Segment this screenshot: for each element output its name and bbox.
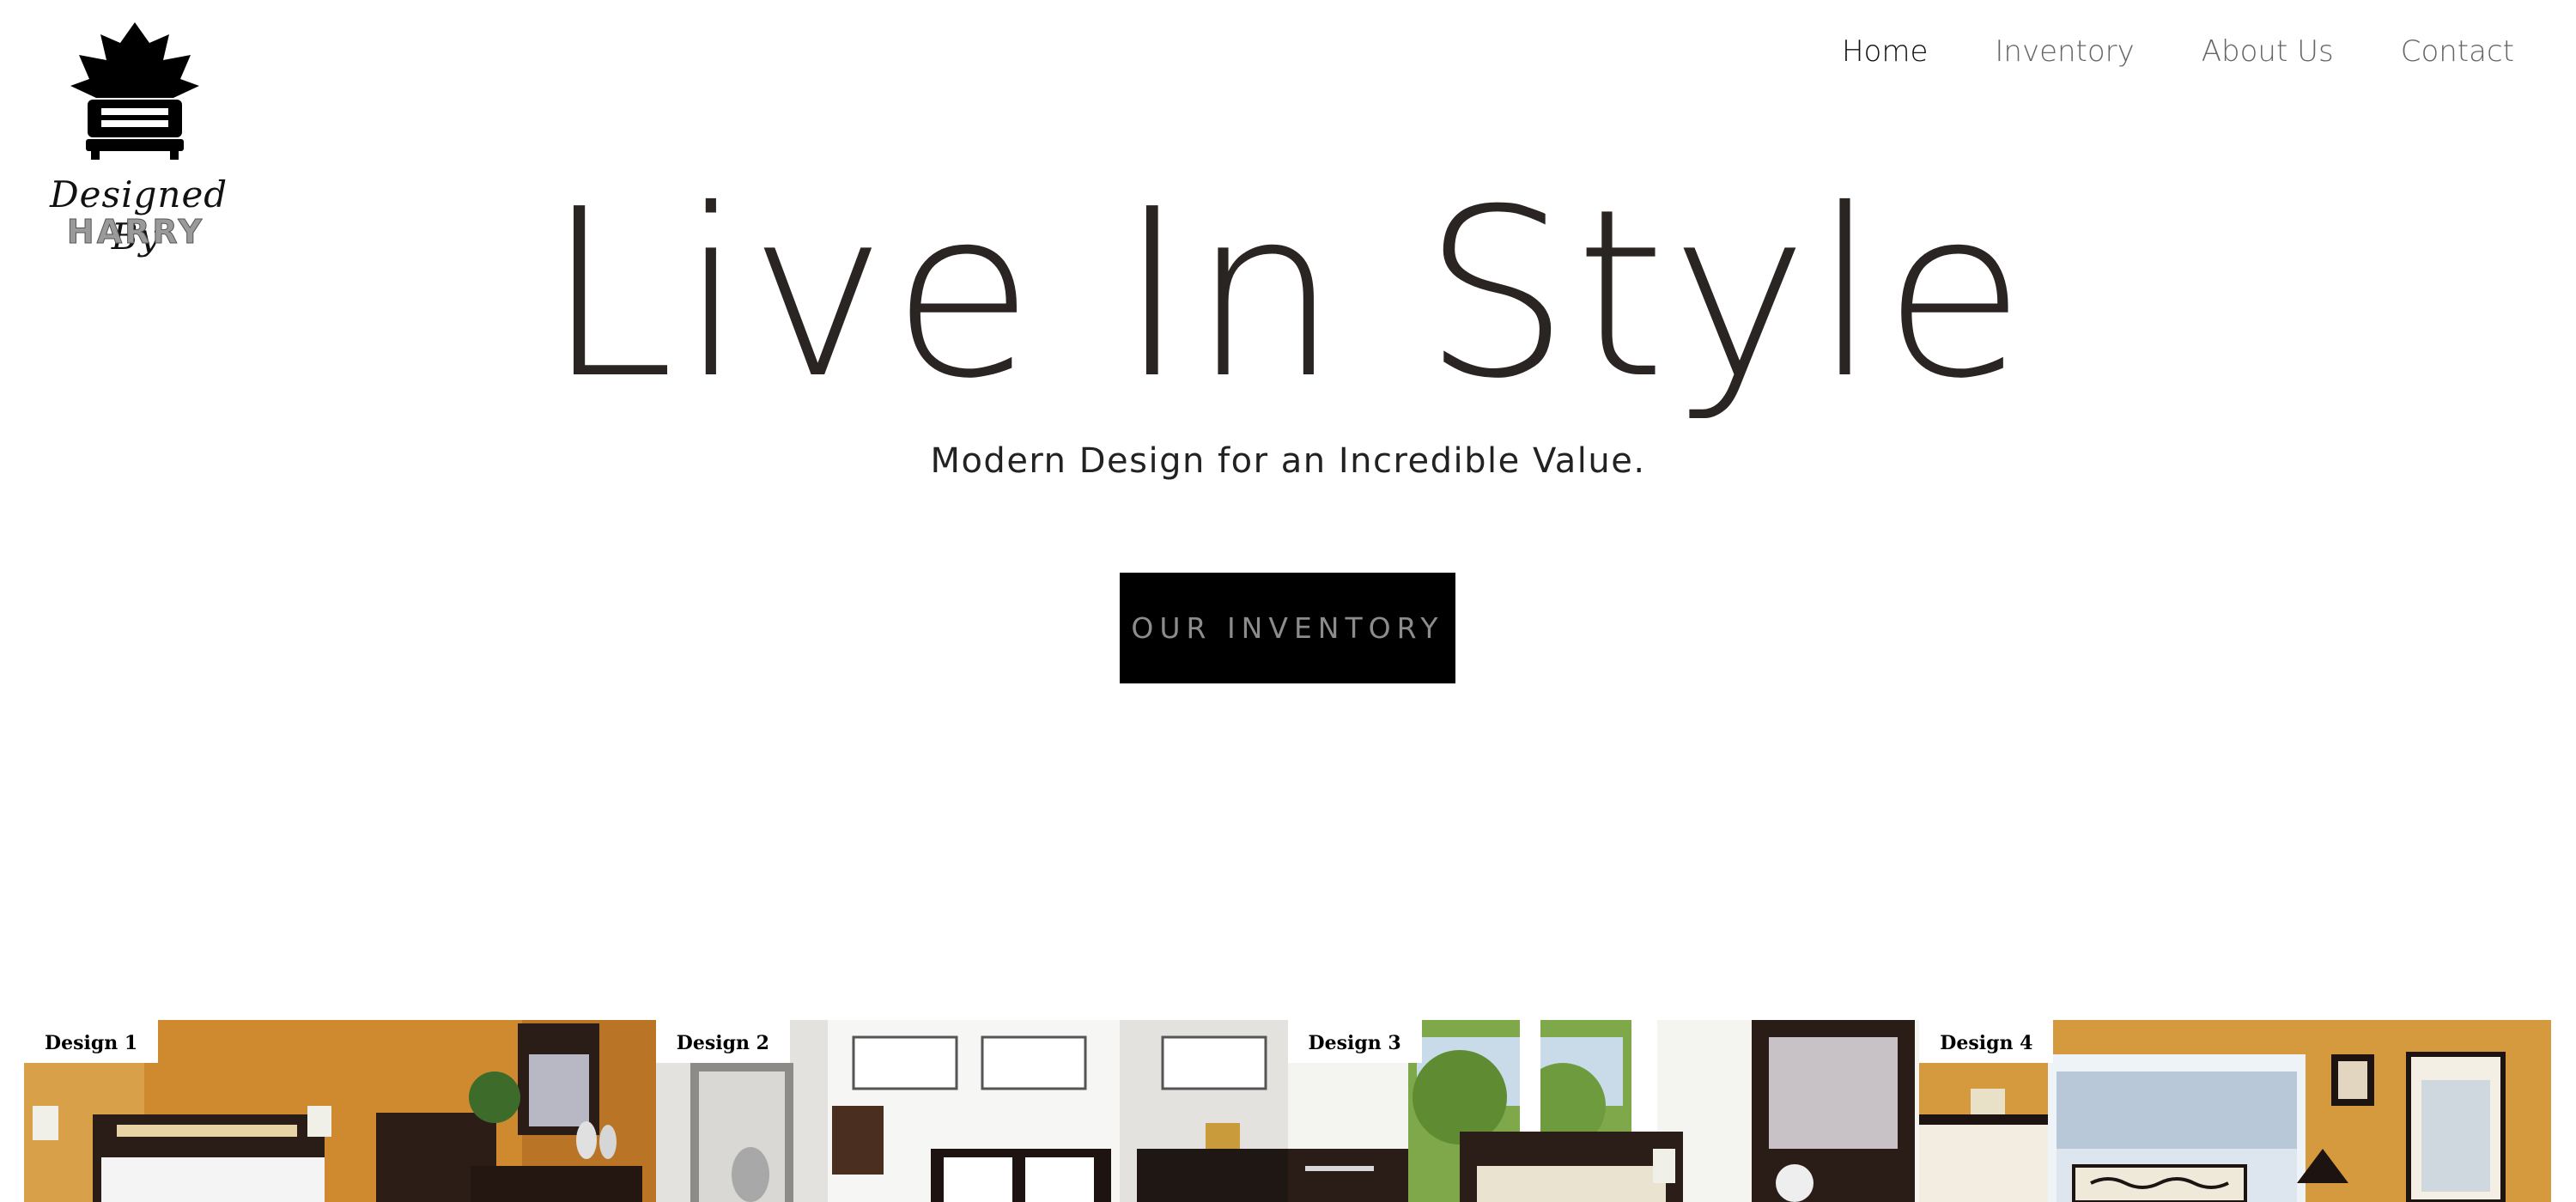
nav-contact[interactable]: Contact [2401,34,2514,69]
hero-title: Live In Style [545,159,2031,429]
design-label: Design 2 [655,1020,790,1063]
design-label: Design 4 [1919,1020,2054,1063]
our-inventory-button[interactable]: OUR INVENTORY [1120,573,1455,683]
main-nav: Home Inventory About Us Contact [1842,34,2514,69]
nav-home[interactable]: Home [1842,34,1928,69]
design-tile-1[interactable]: Design 1 [24,1020,656,1202]
design-tile-4[interactable]: Design 4 [1919,1020,2551,1202]
hero-subtitle: Modern Design for an Incredible Value. [930,441,1646,481]
nav-about-us[interactable]: About Us [2202,34,2334,69]
design-tile-3[interactable]: Design 3 [1287,1020,1920,1202]
crown-bed-icon [70,22,199,160]
design-label: Design 1 [24,1020,159,1063]
nav-inventory[interactable]: Inventory [1995,34,2134,69]
design-label: Design 3 [1287,1020,1422,1063]
design-gallery: Design 1 Design 2 Design 3 Design 4 [24,1020,2551,1202]
design-tile-2[interactable]: Design 2 [655,1020,1288,1202]
